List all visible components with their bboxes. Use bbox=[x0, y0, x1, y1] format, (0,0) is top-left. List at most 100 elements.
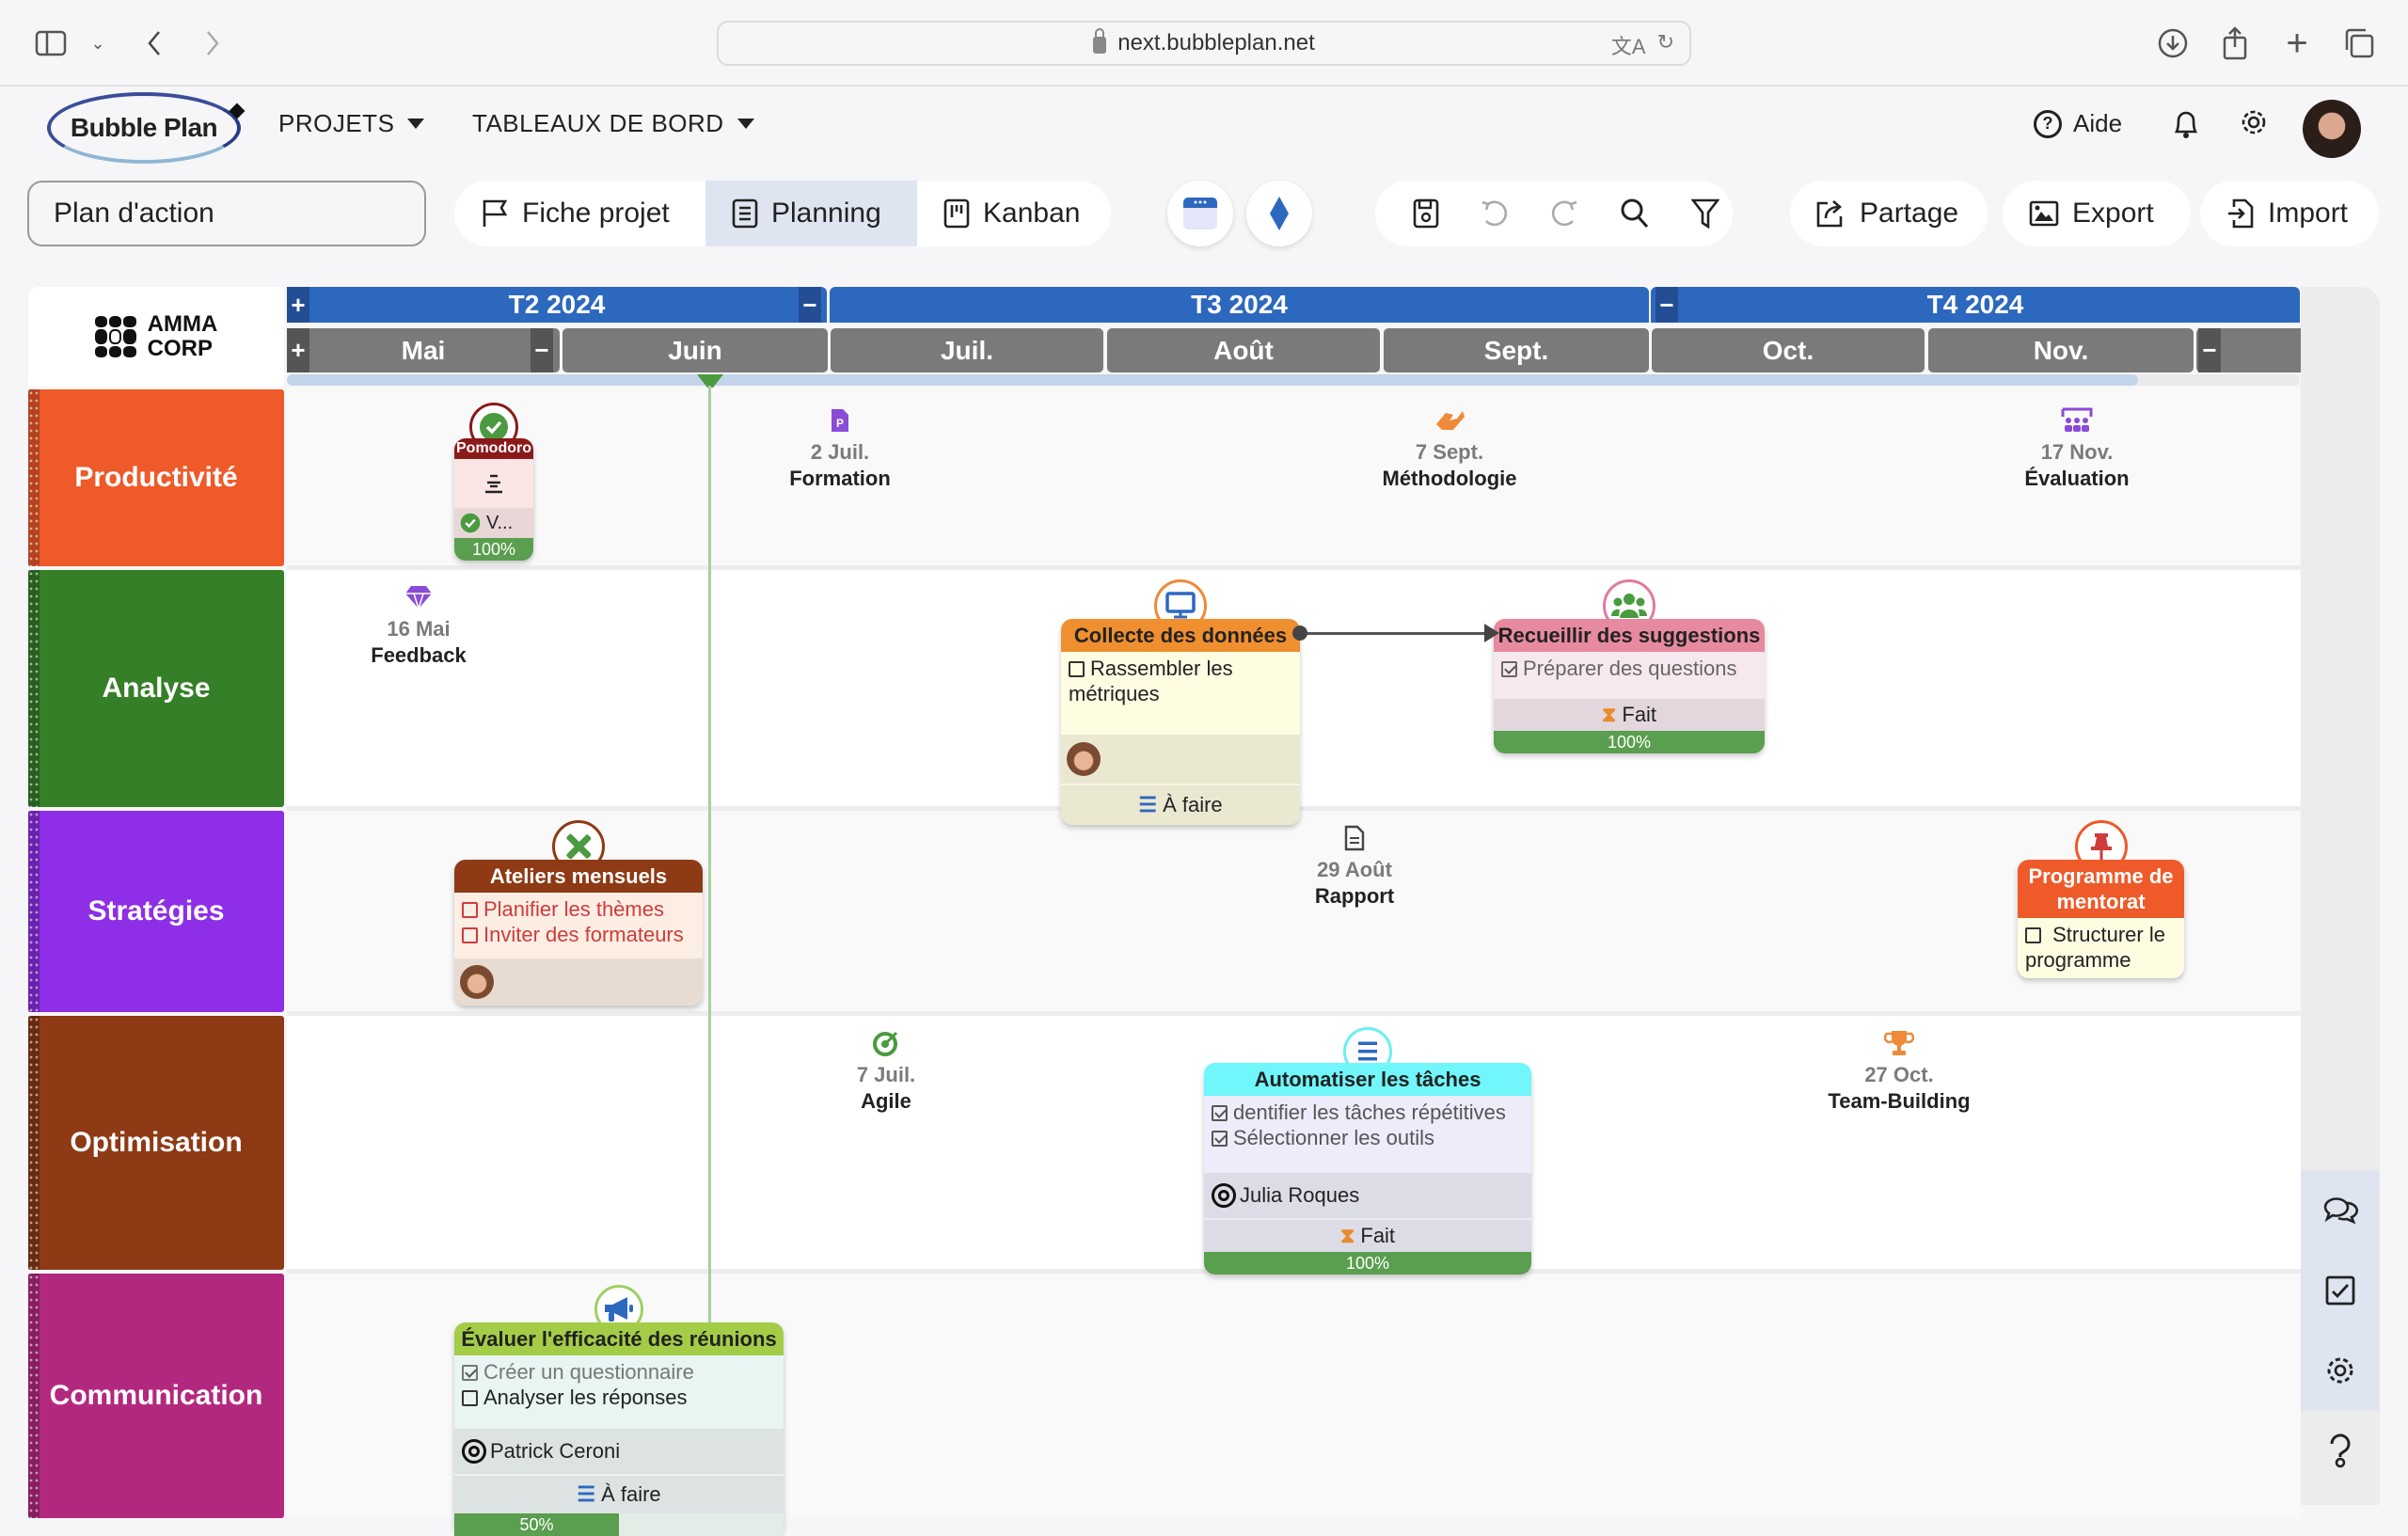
milestone-team-building[interactable]: 27 Oct. Team-Building bbox=[1796, 1027, 2003, 1114]
month-header-juil: Juil. bbox=[831, 328, 1103, 372]
share-button[interactable]: Partage bbox=[1790, 181, 1988, 246]
drag-handle[interactable] bbox=[28, 1016, 40, 1270]
tabs-icon[interactable] bbox=[2340, 24, 2378, 62]
milestone-formation[interactable]: P 2 Juil. Formation bbox=[737, 404, 943, 491]
chevron-down-icon[interactable]: ⌄ bbox=[79, 24, 117, 62]
subtask-item[interactable]: Rassembler les métriques bbox=[1061, 652, 1300, 735]
horizontal-scrollbar[interactable] bbox=[287, 374, 2138, 386]
collapse-quarter-button[interactable]: − bbox=[799, 287, 821, 323]
subtask-item[interactable]: dentifier les tâches répétitives bbox=[1212, 1100, 1524, 1125]
tab-planning[interactable]: Planning bbox=[705, 181, 917, 246]
progress-label: 100% bbox=[471, 540, 516, 559]
checkbox-unchecked[interactable] bbox=[2025, 927, 2041, 943]
checkbox-checked[interactable] bbox=[1212, 1131, 1228, 1147]
collapse-month-button[interactable]: − bbox=[531, 328, 553, 372]
task-card-collecte-des-donnees[interactable]: Collecte des données Rassembler les métr… bbox=[1061, 579, 1300, 825]
lane-title: Communication bbox=[49, 1380, 263, 1411]
milestone-feedback[interactable]: 16 Mai Feedback bbox=[315, 581, 522, 668]
task-card-ateliers-mensuels[interactable]: Ateliers mensuels Planifier les thèmes I… bbox=[454, 820, 703, 1006]
calendar-view-button[interactable] bbox=[1167, 181, 1233, 246]
collapse-quarter-button[interactable]: − bbox=[1656, 287, 1678, 323]
save-icon[interactable] bbox=[1413, 198, 1439, 229]
project-name-field[interactable]: Plan d'action bbox=[27, 181, 426, 246]
checkbox-unchecked[interactable] bbox=[1069, 661, 1085, 677]
checkbox-unchecked[interactable] bbox=[462, 902, 478, 918]
month-header-mai: Mai bbox=[287, 328, 560, 372]
expand-month-button[interactable]: + bbox=[287, 328, 309, 372]
checkbox-checked[interactable] bbox=[1501, 661, 1517, 677]
todo-list-icon: ☰ bbox=[577, 1482, 596, 1506]
quarter-header-t4: T4 2024 bbox=[1651, 287, 2300, 323]
subtask-item[interactable]: Préparer des questions bbox=[1494, 652, 1765, 699]
projets-menu-label: PROJETS bbox=[278, 109, 395, 137]
lane-label-productivite[interactable]: Productivité bbox=[28, 389, 284, 566]
assignee-avatar[interactable] bbox=[460, 965, 494, 999]
share-icon[interactable] bbox=[2216, 24, 2254, 62]
checkbox-unchecked[interactable] bbox=[462, 927, 478, 943]
subtask-item[interactable]: Créer un questionnaire bbox=[462, 1359, 776, 1385]
help-icon[interactable] bbox=[2321, 1432, 2359, 1469]
checklist-icon[interactable] bbox=[2321, 1272, 2359, 1309]
tab-fiche-projet[interactable]: Fiche projet bbox=[454, 181, 705, 246]
milestone-view-button[interactable] bbox=[1246, 181, 1312, 246]
dependency-arrow[interactable] bbox=[1292, 624, 1499, 642]
bubble-plan-logo[interactable]: Bubble Plan bbox=[47, 92, 241, 164]
import-button[interactable]: Import bbox=[2200, 181, 2379, 246]
new-tab-icon[interactable]: + bbox=[2278, 23, 2316, 64]
redo-icon[interactable] bbox=[1550, 198, 1578, 229]
download-icon[interactable] bbox=[2154, 24, 2192, 62]
month-label: Oct. bbox=[1762, 335, 1814, 365]
task-card-evaluer-efficacite-reunions[interactable]: Évaluer l'efficacité des réunions Créer … bbox=[454, 1285, 784, 1536]
undo-icon[interactable] bbox=[1481, 198, 1509, 229]
lane-label-analyse[interactable]: Analyse bbox=[28, 570, 284, 807]
task-card-automatiser-les-taches[interactable]: ☰ Automatiser les tâches dentifier les t… bbox=[1204, 1027, 1531, 1275]
file-powerpoint-icon: P bbox=[832, 409, 848, 432]
reload-icon[interactable]: ↻ bbox=[1657, 30, 1674, 60]
search-icon[interactable] bbox=[1620, 198, 1650, 230]
task-card-programme-de-mentorat[interactable]: Programme de mentorat Structurer le prog… bbox=[2018, 820, 2184, 978]
subtask-item[interactable]: Planifier les thèmes bbox=[462, 896, 695, 922]
export-button[interactable]: Export bbox=[2003, 181, 2191, 246]
user-avatar[interactable] bbox=[2303, 100, 2361, 158]
subtask-item[interactable]: Structurer le programme bbox=[2018, 918, 2184, 978]
lane-label-strategies[interactable]: Stratégies bbox=[28, 811, 284, 1012]
drag-handle[interactable] bbox=[28, 570, 40, 807]
import-label: Import bbox=[2268, 198, 2349, 229]
settings-button[interactable] bbox=[2239, 107, 2269, 137]
subtask-item[interactable]: Analyser les réponses bbox=[462, 1385, 776, 1410]
subtask-item[interactable]: Inviter des formateurs bbox=[462, 922, 695, 947]
back-icon[interactable] bbox=[135, 24, 173, 62]
help-link[interactable]: ? Aide bbox=[2034, 109, 2122, 138]
milestone-rapport[interactable]: 29 Août Rapport bbox=[1251, 822, 1458, 909]
milestone-evaluation[interactable]: 17 Nov. Évaluation bbox=[1973, 404, 2180, 491]
tab-kanban[interactable]: Kanban bbox=[917, 181, 1111, 246]
translate-icon[interactable]: 文A bbox=[1611, 30, 1646, 60]
notifications-button[interactable] bbox=[2173, 107, 2199, 139]
settings-icon[interactable] bbox=[2321, 1352, 2359, 1389]
checkbox-unchecked[interactable] bbox=[462, 1390, 478, 1406]
assignee-avatar[interactable] bbox=[1067, 742, 1101, 776]
lane-label-optimisation[interactable]: Optimisation bbox=[28, 1016, 284, 1270]
task-card-recueillir-des-suggestions[interactable]: Recueillir des suggestions Préparer des … bbox=[1494, 579, 1765, 753]
forward-icon[interactable] bbox=[194, 24, 231, 62]
drag-handle[interactable] bbox=[28, 389, 40, 566]
drag-handle[interactable] bbox=[28, 811, 40, 1012]
comments-icon[interactable] bbox=[2321, 1191, 2359, 1228]
lane-label-communication[interactable]: Communication bbox=[28, 1274, 284, 1518]
collapse-month-button[interactable]: − bbox=[2198, 328, 2221, 372]
sidebar-icon[interactable] bbox=[32, 24, 70, 62]
expand-quarter-button[interactable]: + bbox=[287, 287, 309, 323]
subtask-item[interactable]: Sélectionner les outils bbox=[1212, 1125, 1524, 1150]
address-bar[interactable]: next.bubbleplan.net 文A ↻ bbox=[717, 21, 1691, 66]
milestone-agile[interactable]: 7 Juil. Agile bbox=[783, 1027, 990, 1114]
tableaux-de-bord-menu[interactable]: TABLEAUX DE BORD bbox=[472, 109, 754, 138]
kanban-icon bbox=[943, 198, 970, 229]
task-owner: Julia Roques bbox=[1204, 1173, 1531, 1220]
task-card-pomodoro[interactable]: Pomodoro V... 100% bbox=[454, 403, 533, 561]
checkbox-checked[interactable] bbox=[462, 1365, 478, 1381]
checkbox-checked[interactable] bbox=[1212, 1105, 1228, 1121]
drag-handle[interactable] bbox=[28, 1274, 40, 1518]
projets-menu[interactable]: PROJETS bbox=[278, 109, 425, 138]
milestone-methodologie[interactable]: 7 Sept. Méthodologie bbox=[1346, 404, 1553, 491]
filter-icon[interactable] bbox=[1691, 198, 1719, 230]
